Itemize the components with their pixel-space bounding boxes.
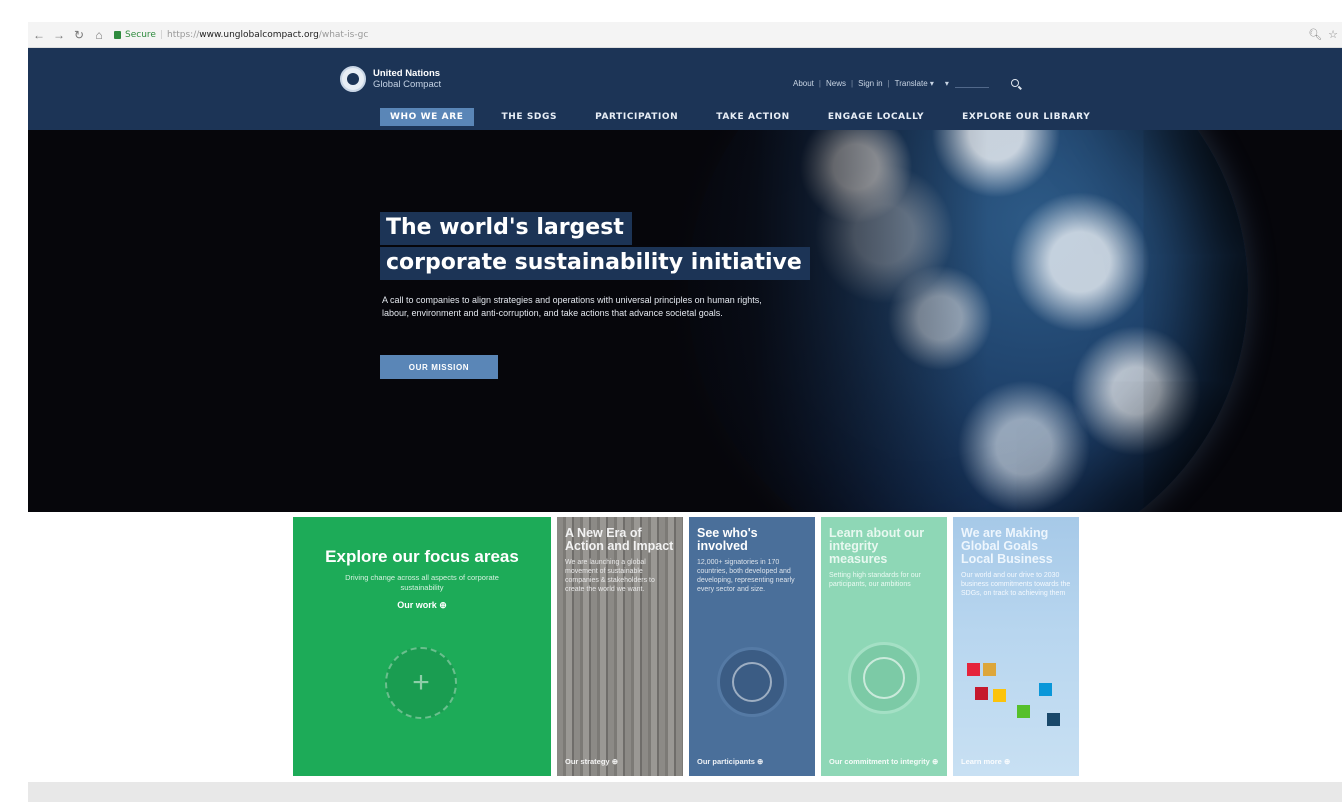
globe-icon bbox=[717, 647, 787, 717]
our-work-link-label: Our work bbox=[397, 600, 437, 610]
our-participants-link[interactable]: Our participants ⊕ bbox=[697, 757, 763, 766]
logo-text: United Nations Global Compact bbox=[373, 68, 441, 90]
hero-title-line-1: The world's largest bbox=[380, 212, 632, 245]
url-path: /what-is-gc bbox=[318, 29, 369, 40]
nav-the-sdgs[interactable]: THE SDGS bbox=[492, 108, 568, 126]
util-link-news[interactable]: News bbox=[821, 79, 851, 88]
bookmark-star-icon[interactable]: ☆ bbox=[1328, 28, 1338, 41]
our-strategy-link-label: Our strategy bbox=[565, 757, 610, 766]
utility-nav: About | News | Sign in | Translate ▾ ▾ bbox=[788, 78, 1019, 88]
address-bar[interactable]: Secure | https:// www.unglobalcompact.or… bbox=[114, 26, 368, 44]
hero-description: A call to companies to align strategies … bbox=[382, 295, 762, 318]
search-icon[interactable] bbox=[1010, 79, 1019, 87]
url-host: www.unglobalcompact.org bbox=[199, 29, 319, 40]
sdg-tile-icon bbox=[1017, 705, 1030, 718]
card-body: Our world and our drive to 2030 business… bbox=[961, 572, 1071, 597]
card-title: See who's involved bbox=[697, 526, 758, 553]
arrow-circle-icon: ⊕ bbox=[757, 757, 764, 766]
sdg-tile-icon bbox=[1047, 713, 1060, 726]
feature-cards: Explore our focus areas Driving change a… bbox=[293, 517, 1079, 776]
sdg-tile-icon bbox=[975, 687, 988, 700]
nav-take-action[interactable]: TAKE ACTION bbox=[706, 108, 800, 126]
url-separator: | bbox=[159, 29, 163, 40]
card-global-goals[interactable]: We are Making Global Goals Local Busines… bbox=[953, 517, 1079, 776]
our-work-link[interactable]: Our work ⊕ bbox=[293, 600, 551, 611]
our-participants-link-label: Our participants bbox=[697, 757, 755, 766]
hero-title: The world's largest corporate sustainabi… bbox=[380, 212, 810, 280]
site-header: United Nations Global Compact About | Ne… bbox=[28, 48, 1342, 130]
sdg-map-illustration bbox=[961, 655, 1071, 745]
hero-shade bbox=[628, 130, 988, 512]
card-whos-involved[interactable]: See who's involved 12,000+ signatories i… bbox=[689, 517, 815, 776]
card-body: We are launching a global movement of su… bbox=[565, 559, 655, 593]
toolbar-actions: 🔍︎ ☆ bbox=[1308, 28, 1338, 41]
util-link-about[interactable]: About bbox=[788, 79, 819, 88]
footer-band bbox=[28, 782, 1342, 802]
nav-explore-our-library[interactable]: EXPLORE OUR LIBRARY bbox=[952, 108, 1100, 126]
card-new-era[interactable]: A New Era of Action and Impact We are la… bbox=[557, 517, 683, 776]
integrity-link[interactable]: Our commitment to integrity ⊕ bbox=[829, 757, 938, 766]
integrity-link-label: Our commitment to integrity bbox=[829, 757, 930, 766]
secure-label: Secure bbox=[125, 29, 156, 40]
card-title: Learn about our integrity measures bbox=[829, 526, 925, 566]
lock-icon bbox=[114, 30, 121, 39]
card-focus-areas[interactable]: Explore our focus areas Driving change a… bbox=[293, 517, 551, 776]
arrow-circle-icon: ⊕ bbox=[611, 757, 618, 766]
card-title: Explore our focus areas bbox=[325, 547, 519, 566]
logo-line-1: United Nations bbox=[373, 68, 441, 79]
hero-title-line-2: corporate sustainability initiative bbox=[380, 247, 810, 280]
sdg-tile-icon bbox=[1039, 683, 1052, 696]
un-global-compact-logo[interactable]: United Nations Global Compact bbox=[340, 66, 441, 92]
un-emblem-icon bbox=[340, 66, 366, 92]
compass-icon bbox=[848, 642, 920, 714]
focus-target-icon: + bbox=[385, 647, 457, 719]
util-link-sign-in[interactable]: Sign in bbox=[853, 79, 887, 88]
translate-dropdown[interactable]: Translate ▾ bbox=[890, 79, 939, 88]
card-integrity-measures[interactable]: Learn about our integrity measures Setti… bbox=[821, 517, 947, 776]
url-protocol: https:// bbox=[167, 29, 200, 40]
sdg-tile-icon bbox=[967, 663, 980, 676]
reload-icon[interactable]: ↻ bbox=[72, 28, 86, 42]
sdg-tile-icon bbox=[993, 689, 1006, 702]
nav-engage-locally[interactable]: ENGAGE LOCALLY bbox=[818, 108, 934, 126]
card-title: A New Era of Action and Impact bbox=[565, 526, 674, 553]
arrow-circle-icon: ⊕ bbox=[439, 600, 447, 610]
learn-more-link[interactable]: Learn more ⊕ bbox=[961, 757, 1010, 766]
search-input[interactable] bbox=[954, 78, 989, 88]
search-scope-dropdown-icon[interactable]: ▾ bbox=[945, 79, 949, 88]
hero-banner: The world's largest corporate sustainabi… bbox=[28, 130, 1342, 512]
nav-who-we-are[interactable]: WHO WE ARE bbox=[380, 108, 474, 126]
back-arrow-icon[interactable]: ← bbox=[32, 28, 46, 42]
zoom-icon[interactable]: 🔍︎ bbox=[1308, 28, 1322, 41]
logo-line-2: Global Compact bbox=[373, 79, 442, 90]
sdg-tile-icon bbox=[983, 663, 996, 676]
arrow-circle-icon: ⊕ bbox=[1003, 757, 1011, 766]
card-title: We are Making Global Goals Local Busines… bbox=[961, 526, 1053, 566]
card-body: 12,000+ signatories in 170 countries, bo… bbox=[697, 559, 795, 593]
learn-more-link-label: Learn more bbox=[961, 757, 1002, 766]
our-mission-button[interactable]: OUR MISSION bbox=[380, 355, 498, 379]
home-icon[interactable]: ⌂ bbox=[92, 28, 106, 42]
card-body: Setting high standards for our participa… bbox=[829, 572, 921, 588]
nav-participation[interactable]: PARTICIPATION bbox=[585, 108, 688, 126]
arrow-circle-icon: ⊕ bbox=[931, 757, 939, 766]
our-strategy-link[interactable]: Our strategy ⊕ bbox=[565, 757, 618, 766]
card-subtitle: Driving change across all aspects of cor… bbox=[345, 573, 499, 592]
browser-toolbar: ← → ↻ ⌂ Secure | https:// www.unglobalco… bbox=[28, 22, 1342, 48]
main-nav: WHO WE ARE THE SDGS PARTICIPATION TAKE A… bbox=[380, 108, 1118, 126]
forward-arrow-icon[interactable]: → bbox=[52, 28, 66, 42]
